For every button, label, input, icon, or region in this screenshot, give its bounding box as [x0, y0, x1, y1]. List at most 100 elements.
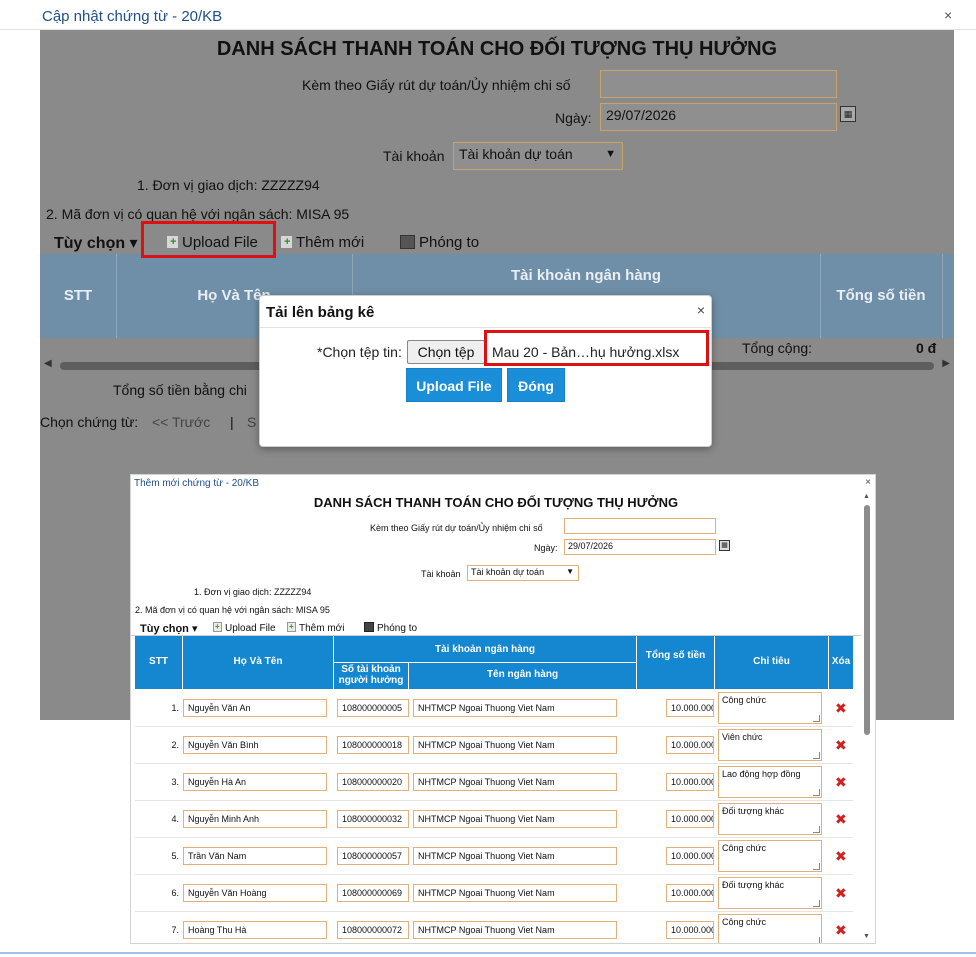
- scroll-down-icon[interactable]: ▼: [863, 933, 870, 940]
- th-stt: STT: [63, 287, 93, 304]
- row-name-input[interactable]: Nguyễn Minh Anh: [183, 810, 327, 828]
- scroll-left-icon[interactable]: ◀: [44, 358, 52, 369]
- front-options-label: Tùy chọn: [140, 623, 189, 635]
- account-label: Tài khoản: [383, 148, 445, 164]
- row-amount-input[interactable]: 10.000.000: [666, 736, 714, 754]
- next-link[interactable]: S: [247, 414, 256, 430]
- fth-name: Họ Và Tên: [233, 656, 283, 667]
- front-account-select[interactable]: Tài khoản dự toán ▼: [467, 565, 579, 581]
- row-bank-input[interactable]: NHTMCP Ngoai Thuong Viet Nam: [413, 810, 617, 828]
- front-window-title: Thêm mới chứng từ - 20/KB: [134, 478, 259, 489]
- zoom-button[interactable]: Phóng to: [400, 234, 479, 251]
- front-toolbar: Tùy chọn ▾ Upload File Thêm mới Phóng to: [131, 620, 861, 636]
- row-stt: 7.: [171, 925, 179, 935]
- modal-close-button[interactable]: Đóng: [507, 368, 565, 402]
- modal-close-icon[interactable]: ×: [697, 302, 705, 318]
- front-options-menu[interactable]: Tùy chọn ▾: [140, 622, 197, 635]
- front-attach-input[interactable]: [564, 518, 716, 534]
- total-label: Tổng cộng:: [742, 340, 813, 356]
- row-amount-input[interactable]: 10.000.000: [666, 699, 714, 717]
- front-add-new-button[interactable]: Thêm mới: [287, 622, 344, 634]
- attach-label: Kèm theo Giấy rút dự toán/Ủy nhiệm chi s…: [302, 77, 571, 93]
- row-bank-input[interactable]: NHTMCP Ngoai Thuong Viet Nam: [413, 884, 617, 902]
- row-target-textarea[interactable]: Công chức: [718, 840, 822, 872]
- row-bank-input[interactable]: NHTMCP Ngoai Thuong Viet Nam: [413, 921, 617, 939]
- row-amount-input[interactable]: 10.000.000: [666, 810, 714, 828]
- front-window-heading: DANH SÁCH THANH TOÁN CHO ĐỐI TƯỢNG THỤ H…: [313, 495, 679, 510]
- upload-modal: Tải lên bảng kê × *Chọn tệp tin: Chọn tệ…: [259, 295, 712, 447]
- row-name-input[interactable]: Hoàng Thu Hà: [183, 921, 327, 939]
- delete-icon[interactable]: ✖: [835, 738, 847, 752]
- delete-icon[interactable]: ✖: [835, 923, 847, 937]
- zoom-icon: [400, 235, 415, 249]
- front-upload-icon: [213, 622, 222, 632]
- table-row: 2. Nguyễn Văn Bình 108000000018 NHTMCP Ngoa…: [135, 727, 853, 764]
- row-account-input[interactable]: 108000000020: [337, 773, 409, 791]
- row-amount-input[interactable]: 10.000.000: [666, 884, 714, 902]
- modal-upload-button[interactable]: Upload File: [406, 368, 502, 402]
- front-add-icon: [287, 622, 296, 632]
- row-stt: 2.: [171, 740, 179, 750]
- row-name-input[interactable]: Nguyễn Hà An: [183, 773, 327, 791]
- options-menu[interactable]: Tùy chọn ▾: [54, 233, 138, 253]
- row-bank-input[interactable]: NHTMCP Ngoai Thuong Viet Nam: [413, 699, 617, 717]
- row-target-textarea[interactable]: Lao động hợp đồng: [718, 766, 822, 798]
- front-account-label: Tài khoản: [421, 569, 461, 579]
- front-window-close-icon[interactable]: ×: [865, 477, 871, 488]
- date-input[interactable]: 29/07/2026: [600, 103, 837, 131]
- row-account-input[interactable]: 108000000069: [337, 884, 409, 902]
- row-name-input[interactable]: Nguyễn Văn An: [183, 699, 327, 717]
- delete-icon[interactable]: ✖: [835, 849, 847, 863]
- front-zoom-button[interactable]: Phóng to: [364, 622, 417, 634]
- front-calendar-icon[interactable]: ▦: [719, 540, 730, 551]
- row-bank-input[interactable]: NHTMCP Ngoai Thuong Viet Nam: [413, 847, 617, 865]
- front-date-label: Ngày:: [534, 543, 558, 553]
- add-new-button[interactable]: Thêm mới: [280, 234, 364, 251]
- row-account-input[interactable]: 108000000018: [337, 736, 409, 754]
- unit-line: 1. Đơn vị giao dịch: ZZZZZ94: [137, 177, 320, 193]
- row-bank-input[interactable]: NHTMCP Ngoai Thuong Viet Nam: [413, 773, 617, 791]
- calendar-icon[interactable]: ▦: [840, 106, 856, 122]
- file-label: *Chọn tệp tin:: [317, 344, 402, 360]
- row-account-input[interactable]: 108000000072: [337, 921, 409, 939]
- choose-file-button[interactable]: Chọn tệp: [407, 340, 485, 364]
- table-row: 6. Nguyễn Văn Hoàng 108000000069 NHTMCP Ngo…: [135, 875, 853, 912]
- row-target-textarea[interactable]: Viên chức: [718, 729, 822, 761]
- row-amount-input[interactable]: 10.000.000: [666, 921, 714, 939]
- row-amount-input[interactable]: 10.000.000: [666, 847, 714, 865]
- front-window: Thêm mới chứng từ - 20/KB × DANH SÁCH TH…: [130, 474, 876, 944]
- back-window-close-icon[interactable]: ×: [944, 7, 952, 23]
- front-scroll-thumb[interactable]: [864, 505, 870, 735]
- delete-icon[interactable]: ✖: [835, 812, 847, 826]
- row-name-input[interactable]: Nguyễn Văn Hoàng: [183, 884, 327, 902]
- delete-icon[interactable]: ✖: [835, 701, 847, 715]
- row-target-textarea[interactable]: Công chức: [718, 692, 822, 724]
- row-name-input[interactable]: Trần Văn Nam: [183, 847, 327, 865]
- row-target-textarea[interactable]: Đối tượng khác: [718, 803, 822, 835]
- scroll-up-icon[interactable]: ▲: [863, 493, 870, 500]
- row-target-textarea[interactable]: Đối tượng khác: [718, 877, 822, 909]
- front-zoom-label: Phóng to: [377, 623, 418, 634]
- row-account-input[interactable]: 108000000057: [337, 847, 409, 865]
- table-row: 4. Nguyễn Minh Anh 108000000032 NHTMCP Ngoa…: [135, 801, 853, 838]
- row-bank-input[interactable]: NHTMCP Ngoai Thuong Viet Nam: [413, 736, 617, 754]
- row-account-input[interactable]: 108000000005: [337, 699, 409, 717]
- row-account-input[interactable]: 108000000032: [337, 810, 409, 828]
- delete-icon[interactable]: ✖: [835, 775, 847, 789]
- row-amount-input[interactable]: 10.000.000: [666, 773, 714, 791]
- date-label: Ngày:: [555, 110, 592, 126]
- prev-link[interactable]: << Trước: [152, 414, 210, 430]
- front-date-input[interactable]: 29/07/2026: [564, 539, 716, 555]
- row-name-input[interactable]: Nguyễn Văn Bình: [183, 736, 327, 754]
- delete-icon[interactable]: ✖: [835, 886, 847, 900]
- attach-input[interactable]: [600, 70, 837, 98]
- scroll-right-icon[interactable]: ▶: [942, 358, 950, 369]
- taskbar-edge: [0, 952, 976, 954]
- row-target-textarea[interactable]: Công chức: [718, 914, 822, 943]
- account-select[interactable]: Tài khoản dự toán ▼: [453, 142, 623, 170]
- front-vertical-scrollbar[interactable]: ▲ ▼: [863, 493, 871, 943]
- fth-bank-group: Tài khoản ngân hàng: [434, 644, 535, 655]
- fth-target: Chỉ tiêu: [753, 656, 790, 667]
- add-new-label: Thêm mới: [296, 234, 365, 251]
- front-upload-button[interactable]: Upload File: [213, 622, 276, 634]
